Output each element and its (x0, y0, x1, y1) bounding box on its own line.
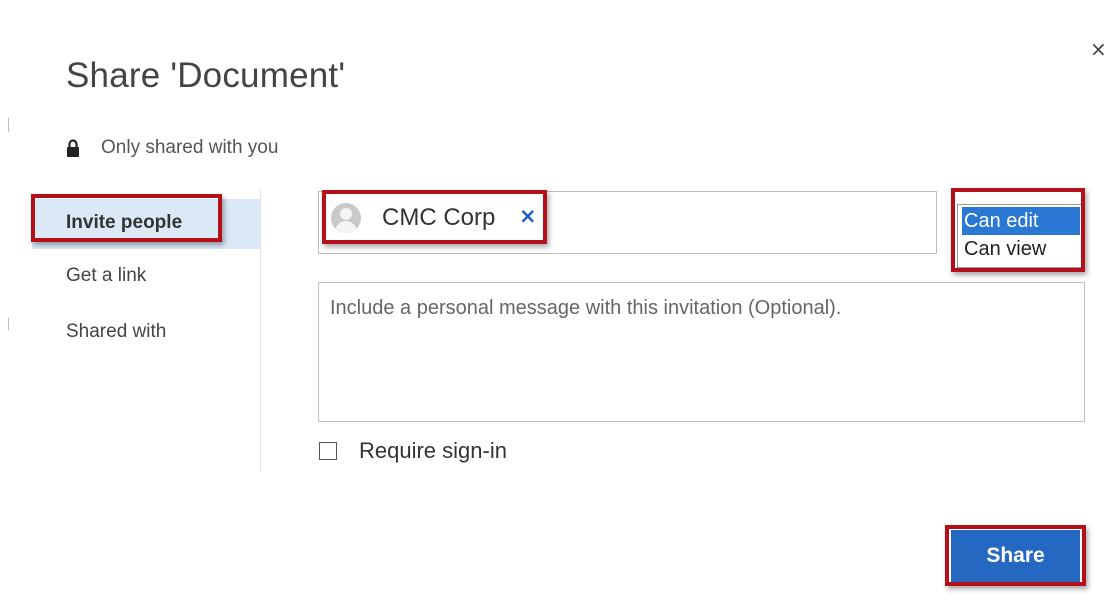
require-signin-label: Require sign-in (359, 438, 507, 463)
recipient-name: CMC Corp (382, 204, 496, 231)
nav-item-get-a-link[interactable]: Get a link (32, 259, 260, 295)
nav-item-label: Get a link (66, 265, 147, 286)
recipient-chip: CMC Corp × (331, 196, 541, 240)
require-signin-row[interactable]: Require sign-in (319, 438, 507, 464)
nav-item-label: Shared with (66, 321, 167, 342)
require-signin-checkbox[interactable] (319, 442, 337, 460)
share-nav: Invite people Get a link Shared with (32, 189, 261, 472)
personal-message-input[interactable] (318, 282, 1085, 422)
permission-option-can-view[interactable]: Can view (962, 235, 1080, 263)
dialog-title: Share 'Document' (66, 56, 346, 95)
lock-icon (67, 139, 79, 157)
close-icon[interactable]: × (1090, 38, 1105, 60)
share-button[interactable]: Share (951, 530, 1080, 582)
sharing-status: Only shared with you (66, 137, 278, 159)
window-edge-mark (8, 118, 9, 132)
permission-option-can-edit[interactable]: Can edit (962, 207, 1080, 235)
permission-listbox[interactable]: Can edit Can view (957, 204, 1083, 268)
avatar-icon (331, 203, 361, 233)
nav-item-shared-with[interactable]: Shared with (32, 315, 260, 351)
nav-item-invite-people[interactable]: Invite people (32, 199, 260, 249)
nav-item-label: Invite people (66, 212, 183, 233)
sharing-status-text: Only shared with you (101, 137, 279, 158)
window-edge-mark (8, 318, 9, 330)
remove-recipient-icon[interactable]: × (519, 204, 537, 228)
